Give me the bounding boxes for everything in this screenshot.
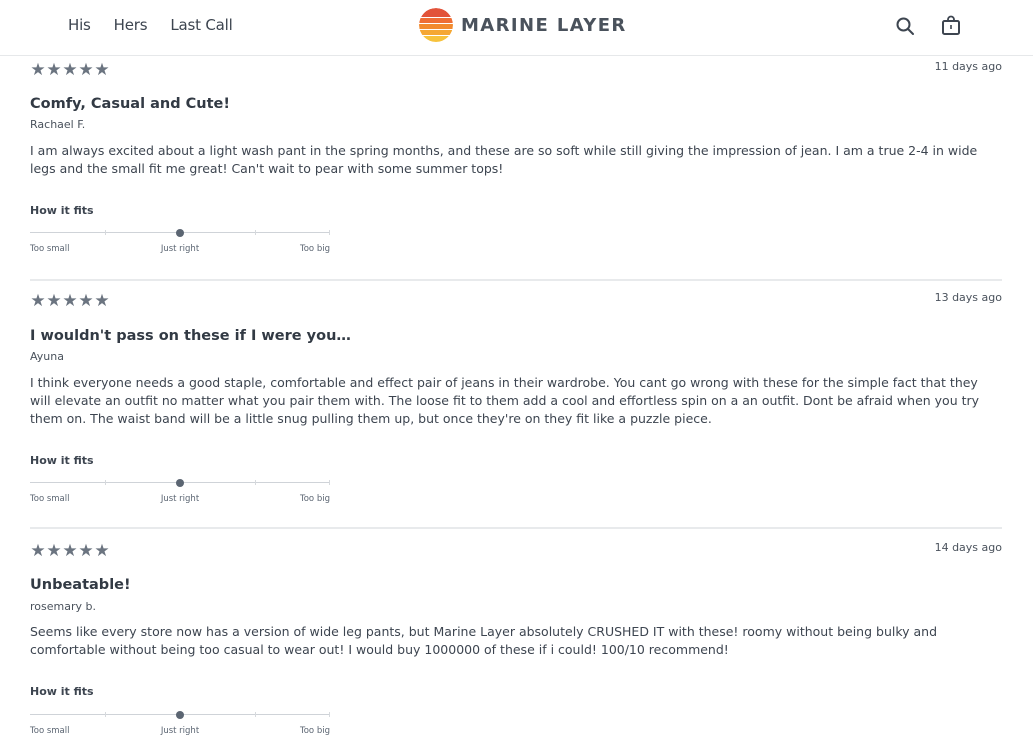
fit-tick [255, 230, 256, 235]
review-author: Ayuna [30, 350, 64, 363]
star-rating: ★ ★ ★ ★ ★ [30, 541, 110, 561]
fit-mid-label: Just right [160, 726, 200, 736]
star-icon: ★ [94, 60, 110, 80]
nav-last-call[interactable]: Last Call [170, 16, 232, 34]
fit-tick [255, 480, 256, 485]
fit-heading: How it fits [30, 454, 94, 467]
star-icon: ★ [46, 291, 62, 311]
fit-tick [255, 712, 256, 717]
review-date: 14 days ago [934, 541, 1002, 554]
review-author: rosemary b. [30, 600, 96, 613]
fit-tick [105, 230, 106, 235]
review-date: 11 days ago [934, 60, 1002, 73]
star-icon: ★ [46, 541, 62, 561]
fit-min-label: Too small [30, 494, 70, 504]
fit-mid-label: Just right [160, 494, 200, 504]
star-icon: ★ [62, 541, 78, 561]
fit-max-label: Too big [299, 494, 330, 504]
shopping-bag-icon[interactable] [939, 14, 963, 38]
star-icon: ★ [78, 60, 94, 80]
fit-marker [176, 479, 184, 487]
star-icon: ★ [30, 60, 46, 80]
review-divider [30, 527, 1002, 529]
review-date: 13 days ago [934, 291, 1002, 304]
star-rating: ★ ★ ★ ★ ★ [30, 60, 110, 80]
star-icon: ★ [30, 291, 46, 311]
nav-hers[interactable]: Hers [114, 16, 148, 34]
fit-slider: Too small Just right Too big [30, 708, 330, 748]
fit-min-label: Too small [30, 244, 70, 254]
star-icon: ★ [78, 291, 94, 311]
fit-heading: How it fits [30, 685, 94, 698]
nav-his[interactable]: His [68, 16, 91, 34]
brand-logo[interactable]: MARINE LAYER [419, 8, 627, 42]
star-rating: ★ ★ ★ ★ ★ [30, 291, 110, 311]
fit-tick [329, 712, 330, 717]
search-icon[interactable] [893, 14, 917, 38]
main-nav: His Hers Last Call [68, 16, 256, 34]
fit-slider: Too small Just right Too big [30, 476, 330, 516]
sunset-logo-icon [419, 8, 453, 42]
fit-heading: How it fits [30, 204, 94, 217]
star-icon: ★ [62, 291, 78, 311]
star-icon: ★ [62, 60, 78, 80]
fit-marker [176, 229, 184, 237]
review-title: Unbeatable! [30, 577, 131, 593]
fit-max-label: Too big [299, 244, 330, 254]
fit-min-label: Too small [30, 726, 70, 736]
fit-mid-label: Just right [160, 244, 200, 254]
fit-max-label: Too big [299, 726, 330, 736]
star-icon: ★ [78, 541, 94, 561]
review-title: Comfy, Casual and Cute! [30, 96, 230, 112]
review-title: I wouldn't pass on these if I were you… [30, 328, 351, 344]
fit-tick [329, 480, 330, 485]
review-divider [30, 279, 1002, 281]
star-icon: ★ [94, 291, 110, 311]
fit-tick [105, 480, 106, 485]
review-body: I think everyone needs a good staple, co… [30, 375, 980, 426]
review-body: I am always excited about a light wash p… [30, 143, 978, 176]
review-author: Rachael F. [30, 118, 86, 131]
fit-tick [105, 712, 106, 717]
site-header: His Hers Last Call MARINE LAYER [0, 0, 1033, 56]
review-body: Seems like every store now has a version… [30, 624, 938, 657]
brand-name: MARINE LAYER [461, 14, 627, 36]
star-icon: ★ [30, 541, 46, 561]
star-icon: ★ [46, 60, 62, 80]
star-icon: ★ [94, 541, 110, 561]
fit-tick [329, 230, 330, 235]
fit-marker [176, 711, 184, 719]
fit-slider: Too small Just right Too big [30, 226, 330, 266]
